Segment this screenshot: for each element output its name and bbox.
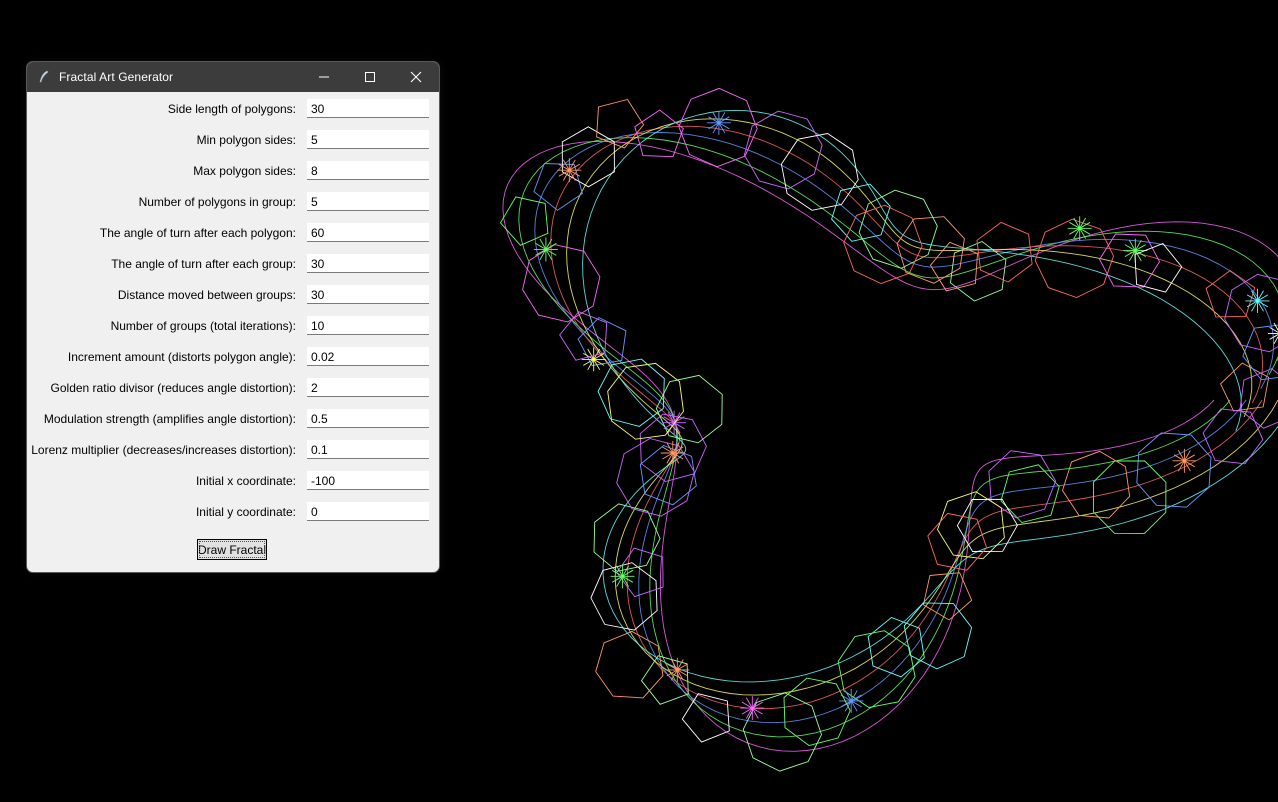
field-input[interactable] xyxy=(307,409,429,428)
field-label: Increment amount (distorts polygon angle… xyxy=(67,350,296,364)
field-input[interactable] xyxy=(307,316,429,335)
form-row: Golden ratio divisor (reduces angle dist… xyxy=(27,378,439,398)
field-label: Min polygon sides: xyxy=(196,133,296,147)
fractal-polygon xyxy=(681,693,730,743)
field-label: Golden ratio divisor (reduces angle dist… xyxy=(50,381,296,395)
fractal-polygon xyxy=(577,317,627,367)
field-input[interactable] xyxy=(307,471,429,490)
field-input[interactable] xyxy=(307,378,429,397)
minimize-icon xyxy=(319,76,329,78)
field-label: The angle of turn after each group: xyxy=(111,257,296,271)
window-title: Fractal Art Generator xyxy=(59,70,174,84)
field-input[interactable] xyxy=(307,440,429,459)
form-row: The angle of turn after each polygon: xyxy=(27,223,439,243)
field-input[interactable] xyxy=(307,161,429,180)
field-label: Modulation strength (amplifies angle dis… xyxy=(43,412,296,426)
fractal-polygon xyxy=(903,602,973,670)
form-row: Side length of polygons: xyxy=(27,99,439,119)
fractal-stroke xyxy=(550,125,1264,710)
field-input[interactable] xyxy=(307,347,429,366)
fractal-polygon xyxy=(831,183,891,242)
form-row: Initial y coordinate: xyxy=(27,502,439,522)
field-input[interactable] xyxy=(307,502,429,521)
fractal-polygon xyxy=(1136,432,1212,508)
field-input[interactable] xyxy=(307,254,429,273)
field-input[interactable] xyxy=(307,130,429,149)
fractal-polygon xyxy=(783,677,851,746)
parameter-form: Draw Fractal Side length of polygons: Min… xyxy=(27,92,439,572)
form-row: Distance moved between groups: xyxy=(27,285,439,305)
form-row: Increment amount (distorts polygon angle… xyxy=(27,347,439,367)
field-label: Lorenz multiplier (decreases/increases d… xyxy=(31,443,296,457)
form-row: Number of groups (total iterations): xyxy=(27,316,439,336)
form-row: Max polygon sides: xyxy=(27,161,439,181)
fractal-polygon xyxy=(988,450,1057,519)
fractal-polygon xyxy=(655,374,723,444)
fractal-stroke xyxy=(566,118,1278,696)
feather-icon xyxy=(37,70,51,84)
title-bar[interactable]: Fractal Art Generator xyxy=(27,62,439,92)
fractal-polygon xyxy=(607,362,684,440)
maximize-button[interactable] xyxy=(347,62,393,92)
form-row: Modulation strength (amplifies angle dis… xyxy=(27,409,439,429)
field-label: Initial y coordinate: xyxy=(195,505,296,519)
field-label: Max polygon sides: xyxy=(193,164,296,178)
close-button[interactable] xyxy=(393,62,439,92)
fractal-polygon xyxy=(561,126,615,188)
field-label: Initial x coordinate: xyxy=(195,474,296,488)
fractal-generator-window: Fractal Art Generator Draw Fractal Side … xyxy=(26,61,440,573)
fractal-stroke xyxy=(582,109,1278,683)
fractal-polygon xyxy=(742,692,822,772)
field-input[interactable] xyxy=(307,223,429,242)
fractal-polygon xyxy=(743,110,823,190)
field-label: Distance moved between groups: xyxy=(117,288,296,302)
close-icon xyxy=(410,71,422,83)
fractal-polygon xyxy=(1205,269,1256,318)
form-row: Number of polygons in group: xyxy=(27,192,439,212)
fractal-polygon xyxy=(595,630,664,699)
fractal-stroke xyxy=(502,140,1278,752)
field-label: The angle of turn after each polygon: xyxy=(99,226,296,240)
fractal-polygon xyxy=(1202,408,1264,465)
fractal-polygon xyxy=(1224,273,1278,353)
form-row: Initial x coordinate: xyxy=(27,471,439,491)
fractal-stroke xyxy=(534,132,1274,724)
field-input[interactable] xyxy=(307,285,429,304)
fractal-polygon xyxy=(922,572,973,621)
fractal-polygon xyxy=(678,87,758,168)
form-row: The angle of turn after each group: xyxy=(27,254,439,274)
fractal-polygon xyxy=(616,547,664,598)
field-input[interactable] xyxy=(307,99,429,118)
fractal-polygon xyxy=(499,196,549,246)
draw-fractal-button[interactable]: Draw Fractal xyxy=(197,539,267,560)
fractal-polygon xyxy=(596,98,645,149)
field-label: Number of groups (total iterations): xyxy=(110,319,296,333)
minimize-button[interactable] xyxy=(301,62,347,92)
fractal-polygon xyxy=(956,498,1018,552)
maximize-icon xyxy=(365,72,375,82)
form-row: Lorenz multiplier (decreases/increases d… xyxy=(27,440,439,460)
form-row: Min polygon sides: xyxy=(27,130,439,150)
field-label: Number of polygons in group: xyxy=(138,195,296,209)
field-input[interactable] xyxy=(307,192,429,211)
field-label: Side length of polygons: xyxy=(167,102,296,116)
